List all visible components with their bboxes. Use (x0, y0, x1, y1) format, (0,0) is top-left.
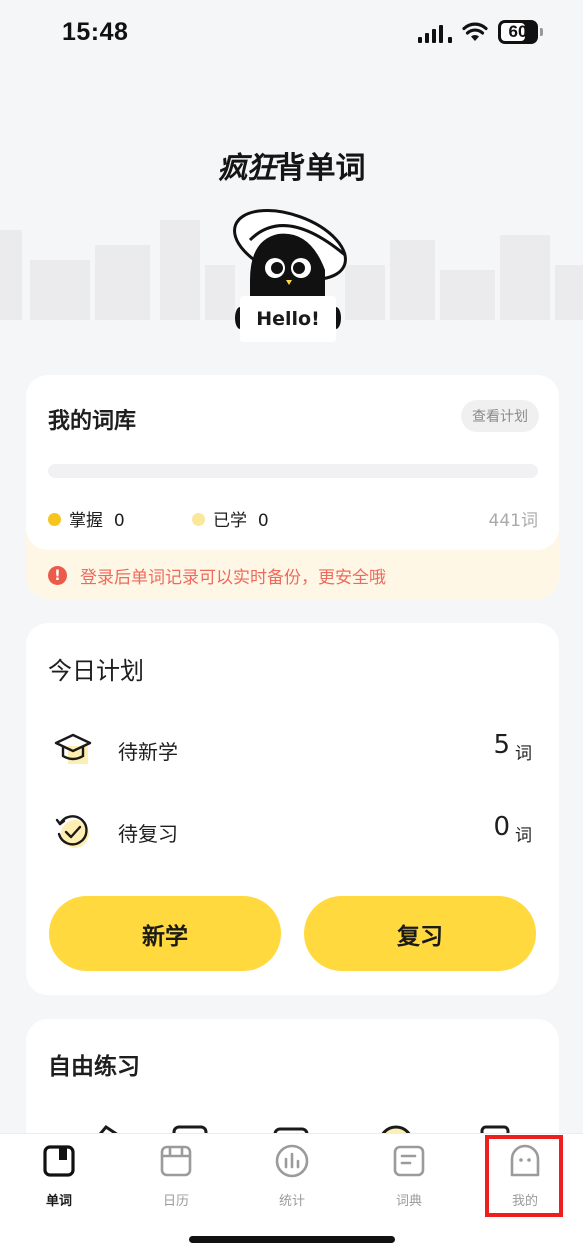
title-rest: 背单词 (275, 151, 366, 186)
view-plan-button[interactable]: 查看计划 (461, 400, 539, 432)
word-library-panel: 我的词库 查看计划 掌握 0 已学 0 441词 (26, 375, 559, 550)
today-plan-card: 今日计划 待新学 5 词 待复习 0 词 新学 复习 (26, 623, 559, 995)
tab-label: 单词 (45, 1194, 72, 1209)
warning-text: 登录后单词记录可以实时备份，更安全哦 (80, 568, 386, 588)
word-library-card: 我的词库 查看计划 掌握 0 已学 0 441词 ! 登录后单词记录可以实时备份… (26, 375, 559, 599)
login-backup-warning[interactable]: ! 登录后单词记录可以实时备份，更安全哦 (48, 563, 386, 588)
warning-icon: ! (48, 566, 67, 585)
tab-label: 日历 (162, 1194, 189, 1209)
learned-dot-icon (192, 512, 205, 526)
highlight-annotation-box (485, 1135, 563, 1217)
calendar-icon (160, 1145, 192, 1177)
home-indicator (189, 1236, 395, 1243)
mastered-dot-icon (48, 512, 61, 526)
mastered-stat: 掌握 0 (48, 506, 125, 531)
book-icon (43, 1145, 75, 1177)
plan-row-label: 待复习 (118, 822, 178, 846)
tab-label: 词典 (395, 1194, 422, 1209)
status-time: 15:48 (62, 18, 129, 46)
learn-new-button[interactable]: 新学 (49, 896, 281, 971)
status-indicators: 60 (418, 20, 543, 44)
mascot-sign: Hello! (240, 296, 336, 342)
plan-row-unit: 词 (515, 744, 532, 764)
plan-row-value: 0 (493, 812, 510, 842)
free-practice-title: 自由练习 (48, 1054, 140, 1080)
mastered-value: 0 (113, 511, 125, 531)
battery-level: 60 (508, 22, 528, 41)
library-progress-bar (48, 464, 538, 478)
plan-row-unit: 词 (515, 826, 532, 846)
total-words: 441词 (488, 511, 538, 531)
learned-label: 已学 (213, 511, 247, 531)
graduation-cap-icon (54, 733, 92, 764)
plan-row-value: 5 (493, 730, 510, 760)
learned-value: 0 (257, 511, 269, 531)
status-bar: 15:48 60 (0, 0, 583, 70)
tab-calendar[interactable]: 日历 (131, 1144, 221, 1209)
library-title: 我的词库 (48, 409, 137, 434)
plan-row-new: 待新学 5 词 (48, 726, 538, 772)
plan-row-label: 待新学 (118, 740, 178, 764)
tab-dictionary[interactable]: 词典 (364, 1144, 454, 1209)
mastered-label: 掌握 (69, 511, 103, 531)
library-stats: 掌握 0 已学 0 441词 (48, 506, 538, 531)
learned-stat: 已学 0 (192, 506, 269, 531)
review-clock-icon (55, 815, 89, 848)
tab-stats[interactable]: 统计 (247, 1144, 337, 1209)
dictionary-icon (393, 1145, 425, 1177)
app-logo-title: 疯狂背单词 (0, 143, 583, 187)
stats-icon (275, 1144, 309, 1178)
tab-label: 统计 (278, 1194, 305, 1209)
plan-title: 今日计划 (48, 657, 144, 685)
plan-row-review: 待复习 0 词 (48, 808, 538, 854)
review-button[interactable]: 复习 (304, 896, 536, 971)
wifi-icon (462, 22, 488, 41)
cellular-signal-icon (418, 21, 452, 43)
tab-words[interactable]: 单词 (14, 1144, 104, 1209)
title-stylized: 疯狂 (217, 151, 277, 186)
battery-icon: 60 (498, 20, 538, 44)
